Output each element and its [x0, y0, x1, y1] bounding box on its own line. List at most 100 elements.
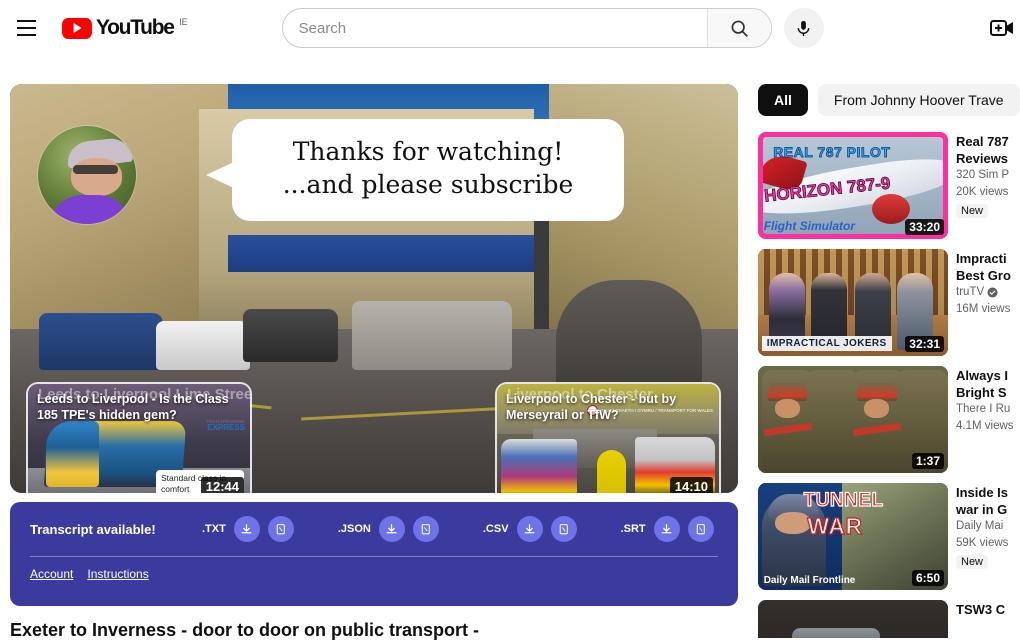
voice-search-button[interactable]: [784, 8, 824, 48]
list-item[interactable]: REAL 787 PILOT HORIZON 787-9 Flight Simu…: [758, 132, 1020, 239]
header-actions: [986, 14, 1020, 42]
hoodie: [48, 195, 132, 224]
youtube-logo-text: YouTube: [96, 16, 174, 40]
endcard-2-duration: 14:10: [670, 477, 713, 493]
video-title-line-2: Reviews: [956, 150, 1009, 167]
download-icon: [240, 523, 253, 536]
download-csv-button[interactable]: [517, 516, 543, 542]
video-views: 16M views: [956, 301, 1011, 318]
copy-icon: [694, 523, 707, 536]
create-video-button[interactable]: [986, 14, 1020, 42]
download-srt-button[interactable]: [654, 516, 680, 542]
video-title-line-2: war in G: [956, 501, 1008, 518]
instructions-link[interactable]: Instructions: [87, 567, 148, 581]
copy-srt-button[interactable]: [688, 516, 714, 542]
video-thumbnail[interactable]: IMPRACTICAL JOKERS 32:31: [758, 249, 948, 356]
filter-chips: All From Johnny Hoover Trave: [758, 84, 1020, 116]
verified-icon: [987, 287, 998, 298]
soldier: [807, 370, 858, 473]
copy-txt-button[interactable]: [268, 516, 294, 542]
video-views: 4.1M views: [956, 418, 1014, 435]
train-front: [46, 421, 99, 487]
endcard-1-title: Leeds to Liverpool - Is the Class 185 TP…: [28, 384, 250, 431]
bubble-line-1: Thanks for watching!: [254, 135, 602, 168]
video-thumbnail[interactable]: TUNNEL WAR Daily Mail Frontline 6:50: [758, 483, 948, 590]
video-player[interactable]: Thanks for watching! ...and please subsc…: [10, 84, 738, 493]
video-meta: Impracti Best Gro truTV 16M views: [956, 249, 1011, 356]
list-item[interactable]: TUNNEL WAR Daily Mail Frontline 6:50 Ins…: [758, 483, 1020, 590]
format-label-srt: .SRT: [621, 523, 646, 535]
search-icon: [729, 18, 750, 39]
van: [352, 301, 512, 371]
video-channel[interactable]: There I Ru: [956, 401, 1014, 418]
youtube-play-icon: [62, 18, 92, 39]
chip-from-channel[interactable]: From Johnny Hoover Trave: [818, 84, 1020, 116]
status-badge: New: [956, 555, 988, 569]
host-portrait-avatar: [38, 126, 136, 224]
format-group-json: .JSON: [338, 516, 439, 542]
list-item[interactable]: IMPRACTICAL JOKERS 32:31 Impracti Best G…: [758, 249, 1020, 356]
video-views: 59K views: [956, 535, 1008, 552]
hamburger-menu-icon[interactable]: [6, 8, 46, 48]
format-label-json: .JSON: [338, 523, 371, 535]
download-icon: [523, 523, 536, 536]
video-title-line-1: TSW3 C: [956, 601, 1005, 618]
glasses: [73, 165, 118, 174]
copy-icon: [557, 523, 570, 536]
video-thumbnail[interactable]: 1:37: [758, 366, 948, 473]
video-channel[interactable]: 320 Sim P: [956, 167, 1009, 184]
transcript-links: Account Instructions: [30, 567, 718, 581]
list-item[interactable]: 1:37 Always I Bright S There I Ru 4.1M v…: [758, 366, 1020, 473]
format-label-csv: .CSV: [483, 523, 509, 535]
channel-name: Daily Mai: [956, 518, 1003, 535]
merseyrail-train: [501, 439, 576, 493]
format-group-srt: .SRT: [621, 516, 714, 542]
video-channel[interactable]: truTV: [956, 284, 1011, 301]
search-input[interactable]: [283, 20, 707, 37]
locomotive: [792, 628, 879, 638]
copy-icon: [419, 523, 432, 536]
copy-icon: [274, 523, 287, 536]
car: [243, 309, 338, 362]
video-thumbnail[interactable]: [758, 600, 948, 638]
search-button[interactable]: [707, 8, 771, 48]
status-badge: New: [956, 204, 988, 218]
video-title: Exeter to Inverness - door to door on pu…: [10, 618, 738, 642]
speech-bubble: Thanks for watching! ...and please subsc…: [232, 119, 624, 221]
face: [775, 512, 811, 534]
copy-json-button[interactable]: [413, 516, 439, 542]
download-txt-button[interactable]: [234, 516, 260, 542]
video-views: 20K views: [956, 184, 1009, 201]
format-group-csv: .CSV: [483, 516, 577, 542]
video-thumbnail[interactable]: REAL 787 PILOT HORIZON 787-9 Flight Simu…: [758, 132, 948, 239]
chip-all[interactable]: All: [758, 84, 808, 116]
bubble-line-2: ...and please subscribe: [254, 168, 602, 201]
endscreen-card-1[interactable]: TRANSPENNINE EXPRESS Standard class in c…: [28, 384, 250, 493]
youtube-masthead: YouTube IE: [0, 0, 1020, 56]
car: [39, 313, 163, 370]
thumb-text-daily-mail: Daily Mail Frontline: [764, 575, 856, 586]
copy-csv-button[interactable]: [551, 516, 577, 542]
channel-name: 320 Sim P: [956, 167, 1009, 184]
endscreen-card-2[interactable]: TRAFNIDIAETH I GYMRU / TRANSPORT FOR WAL…: [497, 384, 719, 493]
video-channel[interactable]: Daily Mai: [956, 518, 1008, 535]
youtube-logo[interactable]: YouTube IE: [62, 16, 174, 40]
face: [864, 399, 889, 418]
face: [71, 158, 122, 195]
video-duration: 1:37: [912, 453, 944, 469]
transcript-available-label: Transcript available!: [30, 522, 202, 537]
thumbnail-art-tsw3: [758, 600, 948, 638]
channel-name: truTV: [956, 284, 984, 301]
account-link[interactable]: Account: [30, 567, 73, 581]
list-item[interactable]: TSW3 C: [758, 600, 1020, 638]
person-high-vis: [597, 450, 626, 493]
create-video-icon: [990, 17, 1016, 39]
video-title-line-2: Bright S: [956, 384, 1014, 401]
microphone-icon: [794, 19, 813, 38]
video-duration: 32:31: [905, 336, 944, 352]
thumb-text-tunnel: TUNNEL: [804, 490, 884, 512]
transcript-panel: Transcript available! .TXT .J: [10, 502, 738, 606]
search-box[interactable]: [282, 8, 772, 48]
related-videos-sidebar: All From Johnny Hoover Trave REAL 787 PI…: [758, 84, 1020, 638]
download-json-button[interactable]: [379, 516, 405, 542]
